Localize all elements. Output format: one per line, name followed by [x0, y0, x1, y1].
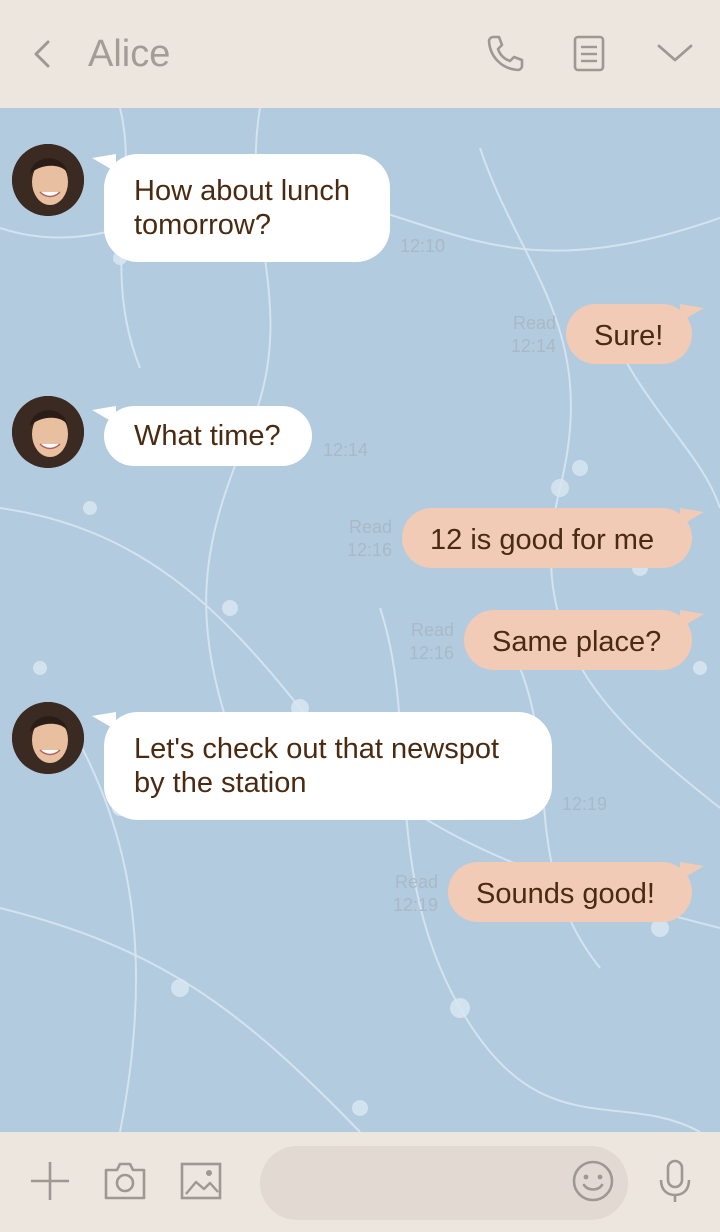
bubble-tail — [680, 304, 704, 322]
notes-icon[interactable] — [566, 30, 612, 76]
chat-header: Alice — [0, 0, 720, 108]
message-time: 12:14 — [510, 336, 556, 356]
phone-icon[interactable] — [482, 30, 528, 76]
read-label: Read — [410, 620, 454, 640]
message-bubble-incoming[interactable]: How about lunch tomorrow? — [104, 154, 390, 262]
message-time: 12:19 — [562, 794, 608, 814]
message-text: Sure! — [594, 320, 664, 352]
back-chevron-icon[interactable] — [28, 36, 58, 72]
message-time: 12:14 — [323, 440, 369, 460]
bubble-tail — [680, 610, 704, 628]
contact-avatar[interactable] — [12, 396, 84, 468]
message-time: 12:16 — [408, 643, 454, 663]
avatar-photo — [12, 702, 84, 774]
message-text: by the station — [134, 767, 307, 799]
bubble-tail — [680, 508, 704, 526]
message-bubble-outgoing[interactable]: 12 is good for me — [402, 508, 692, 568]
bubble-tail — [680, 862, 704, 880]
read-label: Read — [394, 872, 438, 892]
message-text: Sounds good! — [476, 878, 655, 910]
message-text: Let's check out that newspot — [134, 733, 500, 765]
microphone-icon[interactable] — [652, 1158, 698, 1204]
emoji-icon[interactable] — [570, 1158, 616, 1204]
chevron-down-icon[interactable] — [652, 30, 698, 76]
contact-avatar[interactable] — [12, 702, 84, 774]
read-label: Read — [348, 517, 392, 537]
message-text: Same place? — [492, 626, 662, 658]
message-bubble-outgoing[interactable]: Sure! — [566, 304, 692, 364]
message-time: 12:16 — [346, 540, 392, 560]
message-time: 12:19 — [392, 895, 438, 915]
plus-icon[interactable] — [27, 1158, 73, 1204]
message-bubble-incoming[interactable]: What time? — [104, 406, 312, 466]
message-time: 12:10 — [400, 236, 446, 256]
message-text: How about lunch — [134, 175, 351, 207]
contact-avatar[interactable] — [12, 144, 84, 216]
avatar-photo — [12, 144, 84, 216]
contact-name[interactable]: Alice — [88, 33, 170, 76]
message-text: What time? — [134, 420, 281, 452]
message-read-receipt: Read 12:16 — [398, 619, 454, 665]
message-read-receipt: Read 12:19 — [382, 871, 438, 917]
message-text: 12 is good for me — [430, 524, 655, 556]
read-label: Read — [512, 313, 556, 333]
camera-icon[interactable] — [102, 1158, 148, 1204]
message-bubble-incoming[interactable]: Let's check out that newspot by the stat… — [104, 712, 552, 820]
message-read-receipt: Read 12:14 — [500, 312, 556, 358]
chat-area[interactable]: How about lunch tomorrow? 12:10 Read 12:… — [0, 108, 720, 1132]
message-read-receipt: Read 12:16 — [336, 516, 392, 562]
image-icon[interactable] — [178, 1158, 224, 1204]
message-bubble-outgoing[interactable]: Same place? — [464, 610, 692, 670]
avatar-photo — [12, 396, 84, 468]
message-bubble-outgoing[interactable]: Sounds good! — [448, 862, 692, 922]
message-text: tomorrow? — [134, 209, 271, 241]
